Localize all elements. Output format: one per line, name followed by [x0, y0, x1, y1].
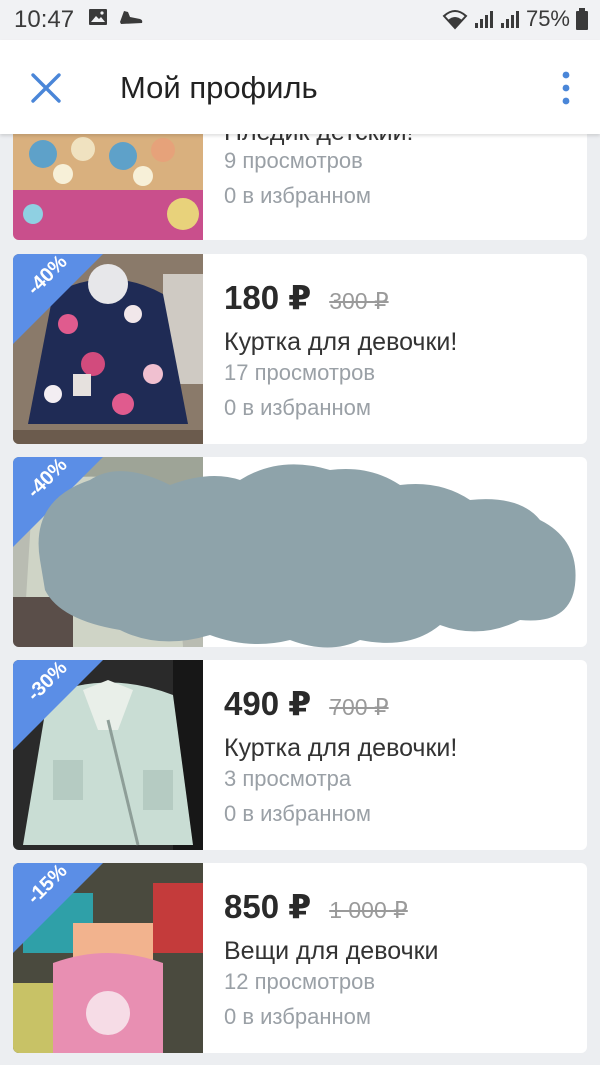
- page-title: Мой профиль: [120, 70, 318, 105]
- listing-title: Пледик детский!: [224, 134, 414, 147]
- signal-icon: [500, 11, 519, 28]
- listing-views: 3 просмотра: [224, 766, 352, 791]
- app-bar: Мой профиль: [0, 40, 600, 134]
- battery-icon: [576, 8, 588, 30]
- more-vert-icon: [562, 71, 570, 105]
- listing-views: 9 просмотров: [224, 148, 363, 173]
- listing-photo: [13, 134, 203, 240]
- listing-old-price: 700 ₽: [329, 694, 389, 720]
- listing-views: 17 просмотров: [224, 360, 376, 385]
- status-notification-icons: [88, 8, 144, 26]
- listing-price: 180 ₽: [224, 279, 312, 316]
- listing-card[interactable]: Пледик детский! 9 просмотров 0 в избранн…: [13, 134, 587, 240]
- listing-old-price: 1 000 ₽: [329, 897, 408, 923]
- listing-favorites: 0 в избранном: [224, 801, 372, 826]
- listing-card[interactable]: -15% 850 ₽ 1 000 ₽ Вещи для девочки 12 п…: [13, 863, 587, 1053]
- listing-photo: -40%: [13, 457, 203, 647]
- price-row: 490 ₽ 700 ₽: [224, 684, 389, 723]
- price-row: 180 ₽ 300 ₽: [224, 278, 389, 317]
- listing-old-price: 300 ₽: [329, 288, 389, 314]
- listing-card[interactable]: -40%: [13, 457, 587, 647]
- close-button[interactable]: [26, 68, 66, 108]
- listing-price: 490 ₽: [224, 685, 312, 722]
- status-time: 10:47: [14, 6, 75, 33]
- wifi-icon: [442, 10, 468, 30]
- listing-title: Вещи для девочки: [224, 937, 439, 965]
- image-icon: [89, 9, 107, 25]
- discount-badge: -15%: [13, 863, 103, 953]
- listing-favorites: 0 в избранном: [224, 183, 372, 208]
- price-row: 850 ₽ 1 000 ₽: [224, 887, 408, 926]
- discount-badge: -40%: [13, 254, 103, 344]
- more-options-button[interactable]: [558, 70, 574, 106]
- listing-card[interactable]: -30% 490 ₽ 700 ₽ Куртка для девочки! 3 п…: [13, 660, 587, 850]
- listing-title: Куртка для девочки!: [224, 734, 458, 762]
- shoe-icon: [120, 11, 143, 24]
- status-bar: 10:47 75%: [0, 0, 600, 40]
- listing-card[interactable]: -40% 180 ₽ 300 ₽ Куртка для девочки! 17 …: [13, 254, 587, 444]
- signal-icon: [474, 11, 493, 28]
- listing-views: 12 просмотров: [224, 969, 376, 994]
- discount-badge: -40%: [13, 457, 103, 547]
- listing-photo: -30%: [13, 660, 203, 850]
- listing-favorites: 0 в избранном: [224, 1004, 372, 1029]
- close-icon: [31, 73, 61, 103]
- listing-photo: -40%: [13, 254, 203, 444]
- listing-list[interactable]: Пледик детский! 9 просмотров 0 в избранн…: [0, 134, 600, 1065]
- listing-photo: -15%: [13, 863, 203, 1053]
- listing-title: Куртка для девочки!: [224, 328, 458, 356]
- listing-favorites: 0 в избранном: [224, 395, 372, 420]
- status-system-icons: 75%: [442, 6, 588, 32]
- discount-badge: -30%: [13, 660, 103, 750]
- listing-price: 850 ₽: [224, 888, 312, 925]
- battery-level: 75%: [525, 6, 570, 31]
